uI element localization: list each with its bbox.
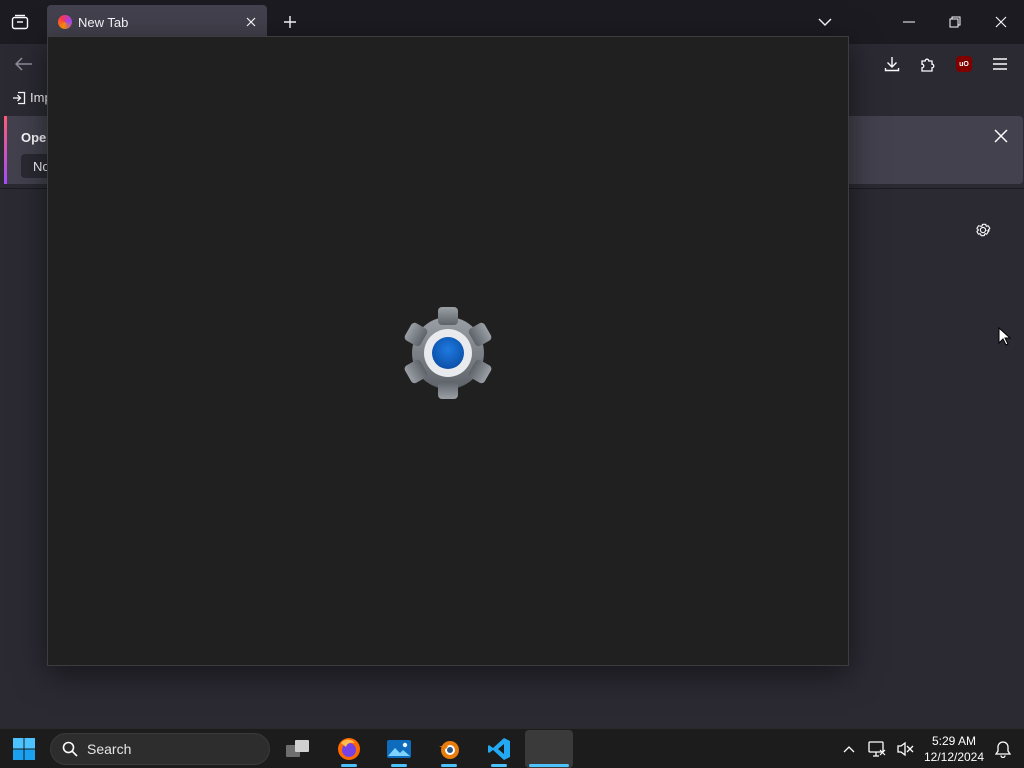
firefox-favicon-icon xyxy=(58,15,72,29)
close-window-icon[interactable] xyxy=(978,8,1024,36)
plus-icon[interactable] xyxy=(280,12,300,32)
photos-icon xyxy=(387,740,411,758)
ublock-badge: uO xyxy=(956,56,972,72)
tab-list-icon[interactable] xyxy=(8,10,32,34)
tab-close-icon[interactable] xyxy=(243,14,259,30)
clock-date: 12/12/2024 xyxy=(923,750,985,764)
search-icon xyxy=(61,740,79,758)
volume-muted-icon[interactable] xyxy=(893,735,917,763)
arrow-left-icon[interactable] xyxy=(12,52,36,76)
search-placeholder: Search xyxy=(87,741,132,757)
chevron-up-icon[interactable] xyxy=(837,735,861,763)
hamburger-icon[interactable] xyxy=(988,52,1012,76)
tab-title: New Tab xyxy=(78,14,129,30)
settings-splash-window xyxy=(47,36,849,666)
vscode-icon xyxy=(488,738,510,760)
taskbar-search-box[interactable]: Search xyxy=(50,733,270,765)
ublock-origin-icon[interactable]: uO xyxy=(952,52,976,76)
tab-new-tab[interactable]: New Tab xyxy=(47,5,267,39)
running-indicator xyxy=(441,764,457,767)
windows-start-icon[interactable] xyxy=(8,733,40,765)
running-indicator xyxy=(491,764,507,767)
taskbar-firefox[interactable] xyxy=(327,730,371,768)
taskbar: Search 5:29 AM 12/12/2024 xyxy=(0,728,1024,768)
network-icon[interactable] xyxy=(865,735,889,763)
bell-icon[interactable] xyxy=(991,735,1015,763)
mouse-cursor-icon xyxy=(998,327,1012,346)
running-indicator xyxy=(341,764,357,767)
close-icon[interactable] xyxy=(991,126,1011,146)
running-indicator xyxy=(391,764,407,767)
gear-icon[interactable] xyxy=(972,219,994,241)
chevron-down-icon[interactable] xyxy=(815,12,835,32)
taskbar-task-view[interactable] xyxy=(276,730,320,768)
active-indicator xyxy=(529,764,569,767)
taskbar-settings-active[interactable] xyxy=(525,730,573,768)
download-icon[interactable] xyxy=(880,52,904,76)
taskbar-photos[interactable] xyxy=(377,730,421,768)
puzzle-icon[interactable] xyxy=(916,52,940,76)
taskbar-clock[interactable]: 5:29 AM 12/12/2024 xyxy=(920,733,988,765)
restore-icon[interactable] xyxy=(932,8,978,36)
windows-settings-gear-icon xyxy=(403,307,493,399)
taskbar-vscode[interactable] xyxy=(477,730,521,768)
clock-time: 5:29 AM xyxy=(931,734,977,748)
minimize-icon[interactable] xyxy=(886,8,932,36)
blender-icon xyxy=(439,741,459,759)
import-icon xyxy=(13,91,26,104)
firefox-icon xyxy=(338,738,360,760)
import-bookmarks-button[interactable]: Imp xyxy=(12,90,52,105)
taskbar-blender[interactable] xyxy=(427,730,471,768)
task-view-icon xyxy=(286,740,309,757)
